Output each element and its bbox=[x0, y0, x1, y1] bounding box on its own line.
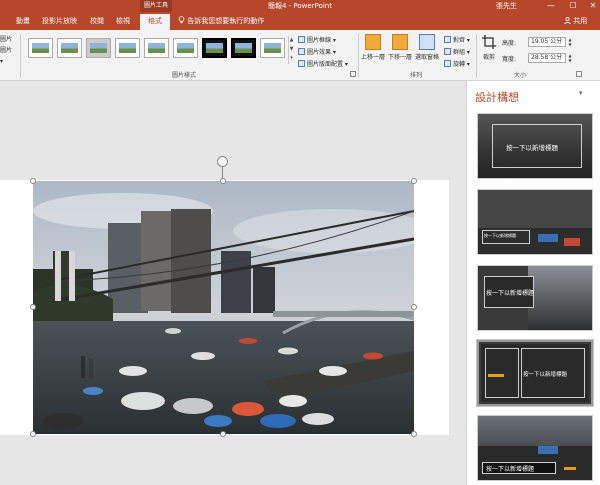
rotate-button[interactable]: 旋轉 ▾ bbox=[444, 59, 470, 68]
design-placeholder-text: 按一下以新增標題 bbox=[506, 144, 558, 152]
width-label: 寬度: bbox=[502, 56, 517, 63]
picture-styles-gallery bbox=[26, 36, 291, 64]
picture-style-option[interactable] bbox=[28, 38, 53, 58]
rotate-icon[interactable] bbox=[217, 156, 228, 167]
design-idea-option[interactable]: 按一下以新增標題 bbox=[477, 113, 593, 179]
group-icon bbox=[444, 48, 451, 55]
share-label: 共用 bbox=[573, 17, 588, 25]
ribbon: 圖片 圖片 ▾ ▲ ▼ ▾ 圖片框線 ▾ 圖片效果 ▾ 圖片版面配置 ▾ 圖片樣式 … bbox=[0, 30, 600, 81]
picture-effects-button[interactable]: 圖片效果 ▾ bbox=[298, 47, 336, 56]
bridge-photo-image bbox=[33, 181, 414, 434]
tell-me-box[interactable]: 告訴我您想要執行的動作 bbox=[178, 16, 264, 26]
picture-styles-launcher-icon[interactable] bbox=[350, 71, 356, 77]
title-bar: 圖片工具 簡報4 - PowerPoint 張先生 — ☐ ✕ bbox=[0, 0, 600, 12]
picture-effects-icon bbox=[298, 48, 305, 55]
picture-layout-button[interactable]: 圖片版面配置 ▾ bbox=[298, 59, 348, 68]
picture-border-icon bbox=[298, 36, 305, 43]
crop-icon bbox=[481, 34, 497, 50]
design-placeholder-text: 按一下以新增標題 bbox=[484, 233, 516, 238]
group-button[interactable]: 群組 ▾ bbox=[444, 47, 470, 56]
send-backward-button[interactable]: 下移一層 bbox=[386, 34, 414, 61]
design-ideas-pane: 設計構想 ▾ 按一下以新增標題 按一下以新增標題 按一下以新增標題 按一下以新增… bbox=[466, 81, 600, 485]
design-placeholder-text: 按一下以新增標題 bbox=[523, 372, 568, 378]
picture-style-option[interactable] bbox=[260, 38, 285, 58]
tab-format[interactable]: 格式 bbox=[140, 14, 170, 30]
send-backward-icon bbox=[392, 34, 408, 50]
gallery-scroll[interactable]: ▲ ▼ ▾ bbox=[288, 36, 294, 64]
left-cut-item[interactable]: ▾ bbox=[0, 56, 12, 67]
bring-forward-icon bbox=[365, 34, 381, 50]
tab-animations[interactable]: 動畫 bbox=[16, 16, 30, 26]
tab-view[interactable]: 檢視 bbox=[116, 16, 130, 26]
width-input[interactable]: 28.58 公分 bbox=[528, 53, 566, 63]
resize-handle[interactable] bbox=[411, 304, 417, 310]
pane-menu-icon[interactable]: ▾ bbox=[579, 89, 583, 97]
left-cut-item[interactable]: 圖片 bbox=[0, 34, 12, 45]
resize-handle[interactable] bbox=[220, 431, 226, 437]
design-idea-option[interactable]: 按一下以新增標題 bbox=[477, 265, 593, 331]
design-placeholder-text: 按一下以新增標題 bbox=[486, 290, 535, 297]
tell-me-text: 告訴我您想要執行的動作 bbox=[187, 17, 265, 25]
arrange-label: 排列 bbox=[410, 72, 423, 79]
resize-handle[interactable] bbox=[30, 304, 36, 310]
user-name[interactable]: 張先生 bbox=[496, 1, 517, 11]
bring-forward-button[interactable]: 上移一層 bbox=[360, 34, 386, 61]
picture-style-option[interactable] bbox=[57, 38, 82, 58]
picture-style-option[interactable] bbox=[144, 38, 169, 58]
resize-handle[interactable] bbox=[30, 178, 36, 184]
minimize-button[interactable]: — bbox=[544, 0, 558, 12]
picture-border-button[interactable]: 圖片框線 ▾ bbox=[298, 35, 336, 44]
selection-pane-icon bbox=[419, 34, 435, 50]
group-separator bbox=[476, 34, 477, 78]
design-ideas-title: 設計構想 bbox=[475, 91, 519, 104]
picture-style-option[interactable] bbox=[86, 38, 111, 58]
size-launcher-icon[interactable] bbox=[576, 71, 582, 77]
group-separator bbox=[358, 34, 359, 78]
picture-style-option[interactable] bbox=[173, 38, 198, 58]
align-button[interactable]: 對齊 ▾ bbox=[444, 35, 470, 44]
design-idea-option[interactable]: 按一下以新增標題 bbox=[477, 415, 593, 481]
close-button[interactable]: ✕ bbox=[586, 0, 600, 12]
height-input[interactable]: 19.05 公分 bbox=[528, 37, 566, 47]
width-spinner[interactable]: ▲ ▼ bbox=[567, 53, 573, 63]
left-cut-item[interactable]: 圖片 bbox=[0, 45, 12, 56]
group-separator bbox=[20, 34, 21, 78]
slide-canvas bbox=[0, 81, 466, 485]
resize-handle[interactable] bbox=[30, 431, 36, 437]
picture-style-option[interactable] bbox=[231, 38, 256, 58]
ribbon-tabs: 動畫 投影片放映 校閱 檢視 格式 告訴我您想要執行的動作 共用 bbox=[0, 12, 600, 30]
picture-style-option[interactable] bbox=[202, 38, 227, 58]
resize-handle[interactable] bbox=[411, 178, 417, 184]
resize-handle[interactable] bbox=[220, 178, 226, 184]
design-idea-option[interactable]: 按一下以新增標題 bbox=[477, 189, 593, 255]
rotate-object-icon bbox=[444, 60, 451, 67]
size-label: 大小 bbox=[514, 72, 527, 79]
tab-slideshow[interactable]: 投影片放映 bbox=[42, 16, 77, 26]
person-icon bbox=[564, 16, 573, 25]
powerpoint-window: 圖片工具 簡報4 - PowerPoint 張先生 — ☐ ✕ 動畫 投影片放映… bbox=[0, 0, 600, 485]
height-label: 高度: bbox=[502, 40, 517, 47]
picture-layout-icon bbox=[298, 60, 305, 67]
picture-styles-label: 圖片樣式 bbox=[172, 72, 197, 79]
design-idea-option-selected[interactable]: 按一下以新增標題 bbox=[476, 339, 594, 407]
design-placeholder-text: 按一下以新增標題 bbox=[486, 466, 535, 473]
picture-style-option[interactable] bbox=[115, 38, 140, 58]
align-icon bbox=[444, 36, 451, 43]
ribbon-left-cut: 圖片 圖片 ▾ bbox=[0, 34, 12, 67]
selection-pane-button[interactable]: 選取窗格 bbox=[414, 34, 440, 61]
tab-review[interactable]: 校閱 bbox=[90, 16, 104, 26]
selected-picture[interactable] bbox=[33, 181, 414, 434]
crop-button[interactable]: 裁剪 bbox=[478, 34, 500, 61]
resize-handle[interactable] bbox=[411, 431, 417, 437]
lightbulb-icon bbox=[178, 16, 187, 25]
height-spinner[interactable]: ▲ ▼ bbox=[567, 37, 573, 47]
maximize-button[interactable]: ☐ bbox=[566, 0, 580, 12]
pane-scrollbar[interactable] bbox=[595, 111, 600, 481]
share-button[interactable]: 共用 bbox=[564, 16, 587, 26]
